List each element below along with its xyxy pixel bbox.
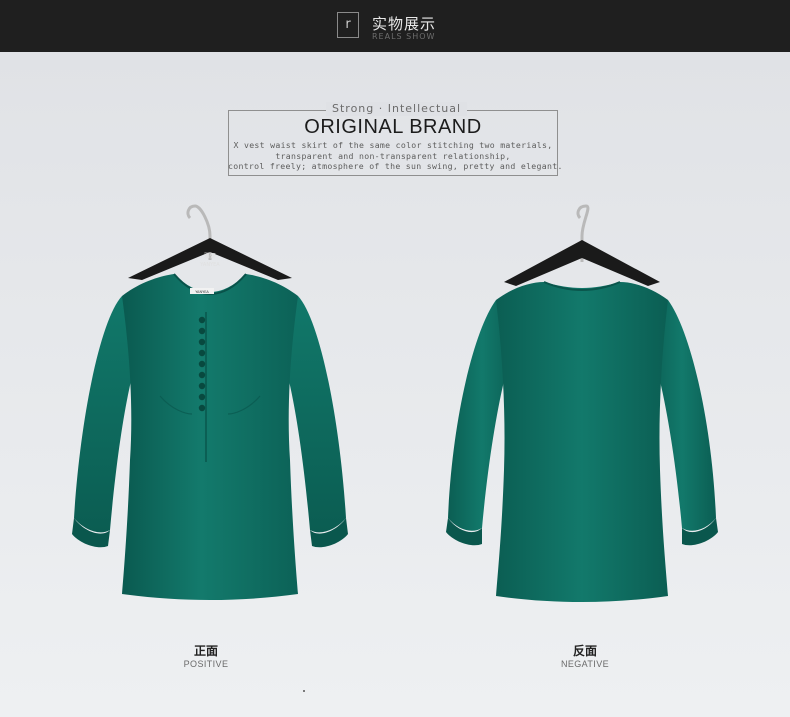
brand-description-line: control freely; atmosphere of the sun sw…: [228, 161, 563, 171]
brand-description-line: X vest waist skirt of the same color sti…: [233, 140, 553, 150]
brand-description-line: transparent and non-transparent relation…: [275, 150, 511, 161]
blouse-body: [122, 274, 298, 600]
hanger-icon: [504, 240, 660, 286]
brand-tagline: Strong · Intellectual: [326, 102, 468, 116]
hanger-brand-text: 雅妍: [204, 252, 216, 260]
front-caption-zh: 正面: [193, 644, 218, 658]
brand-title: ORIGINAL BRAND: [304, 116, 482, 138]
blouse-body: [496, 282, 668, 602]
header-bar: r 实物展示 REALS SHOW: [0, 0, 790, 52]
section-title: 实物展示: [372, 15, 437, 33]
hanger-label-text: YANYEA: [199, 262, 220, 268]
back-caption-en: NEGATIVE: [560, 659, 610, 669]
neck-label-text: YANYEA: [195, 290, 209, 294]
front-caption-en: POSITIVE: [183, 659, 229, 669]
brand-description: X vest waist skirt of the same color sti…: [228, 140, 563, 172]
product-back-image: [432, 200, 732, 610]
decorative-dot: [303, 690, 305, 692]
front-blouse-illustration: 雅妍 YANYEA YANYEA: [72, 204, 348, 600]
back-blouse-illustration: [446, 204, 718, 602]
button-row: [198, 316, 206, 412]
back-caption-zh: 反面: [572, 644, 597, 658]
section-subtitle: REALS SHOW: [372, 32, 436, 41]
section-badge: r: [337, 12, 359, 38]
product-front-image: 雅妍 YANYEA YANYEA: [60, 200, 360, 610]
